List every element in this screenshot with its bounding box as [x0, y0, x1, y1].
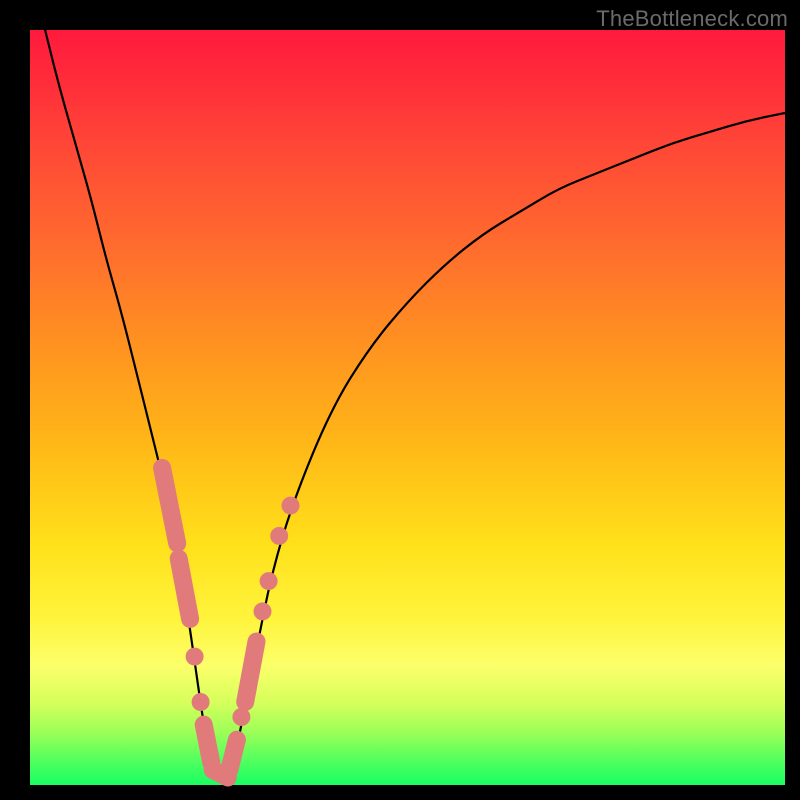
curve-marker: [192, 693, 210, 711]
curve-marker: [254, 602, 272, 620]
marker-layer: [162, 468, 299, 778]
curve-marker: [179, 559, 190, 619]
chart-svg: [30, 30, 785, 785]
curve-marker: [270, 527, 288, 545]
curve-marker: [260, 572, 278, 590]
chart-frame: TheBottleneck.com: [0, 0, 800, 800]
curve-marker: [229, 740, 237, 770]
bottleneck-curve: [45, 30, 785, 778]
curve-marker: [245, 642, 256, 703]
plot-area: [30, 30, 785, 785]
curve-marker: [232, 708, 250, 726]
curve-marker: [204, 725, 212, 763]
watermark-text: TheBottleneck.com: [596, 6, 788, 32]
curve-marker: [186, 648, 204, 666]
curve-marker: [162, 468, 177, 544]
curve-marker: [282, 497, 300, 515]
